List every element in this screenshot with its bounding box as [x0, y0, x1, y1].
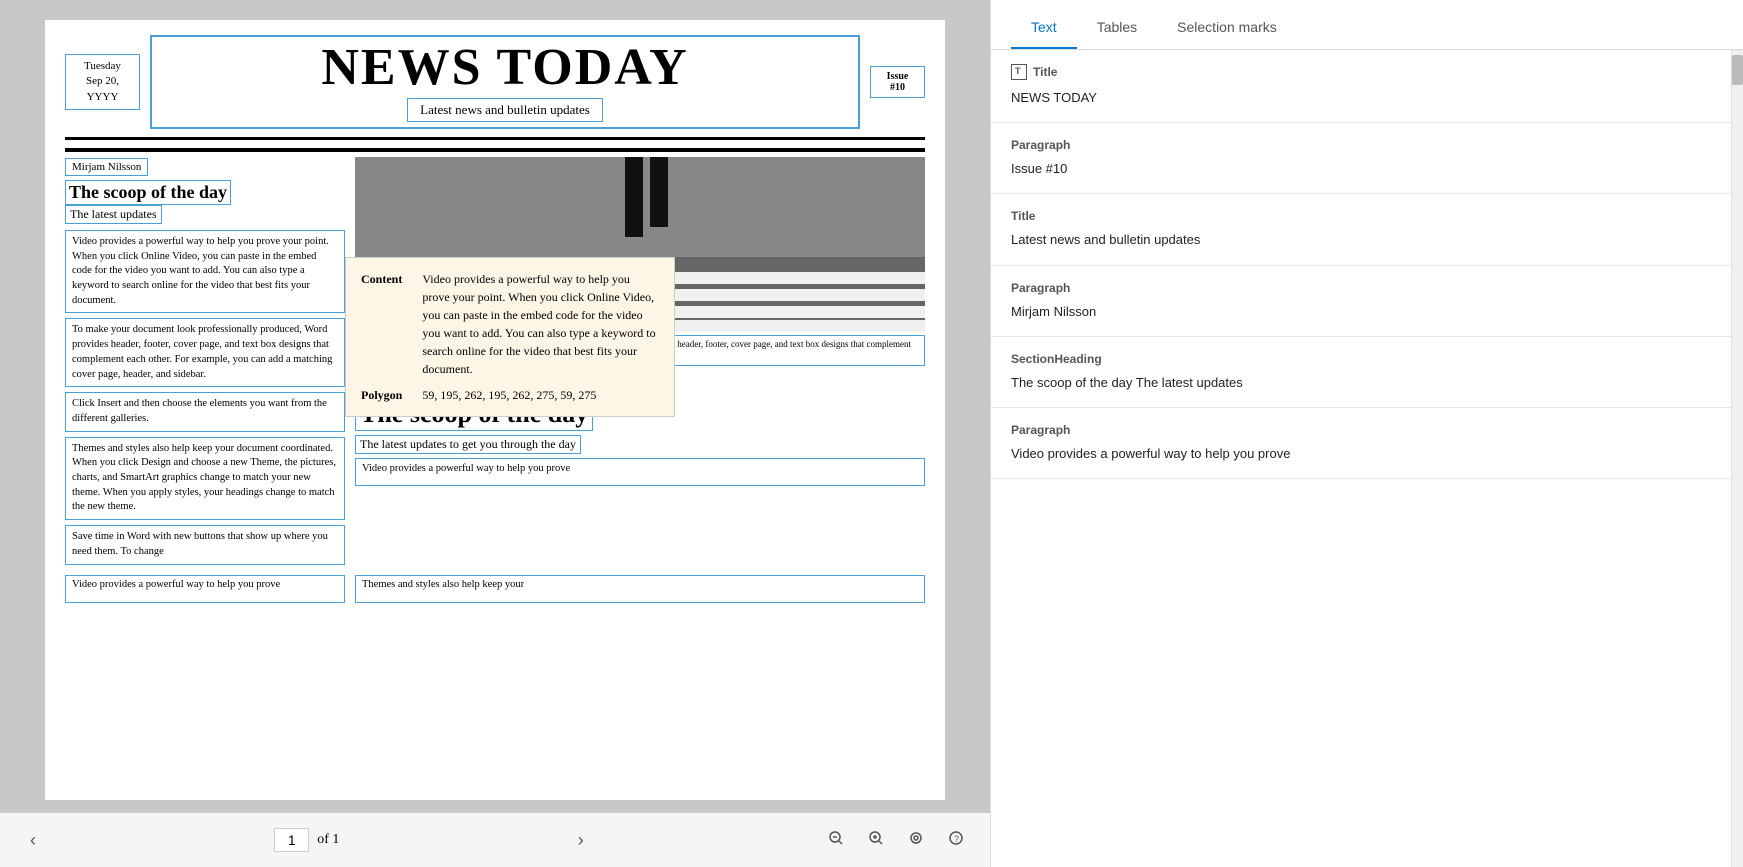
panel-label-title-1: Title: [1011, 65, 1711, 81]
popup-content-row: Content Video provides a powerful way to…: [361, 270, 659, 378]
bottom-partial-row: Video provides a powerful way to help yo…: [65, 575, 925, 603]
page-of-text: of 1: [317, 832, 339, 848]
date-box: Tuesday Sep 20, YYYY: [65, 54, 140, 110]
panel-value-paragraph-1: Issue #10: [1011, 160, 1711, 178]
popup-polygon-row: Polygon 59, 195, 262, 195, 262, 275, 59,…: [361, 386, 659, 404]
panel-value-paragraph-2: Mirjam Nilsson: [1011, 303, 1711, 321]
zoom-out-button[interactable]: [822, 826, 850, 855]
panel-label-paragraph-2: Paragraph: [1011, 281, 1711, 295]
masthead: NEWS TODAY Latest news and bulletin upda…: [150, 35, 860, 129]
bottom-right-partial: Themes and styles also help keep your: [355, 575, 925, 603]
panel-label-title-2: Title: [1011, 209, 1711, 223]
paragraph-1: Video provides a powerful way to help yo…: [65, 230, 345, 313]
masthead-title: NEWS TODAY: [157, 42, 853, 94]
second-partial-text: Video provides a powerful way to help yo…: [355, 458, 925, 486]
panel-content: Title NEWS TODAY Paragraph Issue #10 Tit…: [991, 50, 1731, 867]
paragraph-2: To make your document look professionall…: [65, 318, 345, 387]
first-author-box: Mirjam Nilsson: [65, 158, 148, 176]
news-body-wrapper: Mirjam Nilsson The scoop of the day The …: [65, 157, 925, 603]
first-section-title: The scoop of the day: [65, 180, 231, 205]
zoom-controls: ?: [822, 826, 970, 855]
left-column: Mirjam Nilsson The scoop of the day The …: [65, 157, 345, 570]
panel-value-title-1: NEWS TODAY: [1011, 89, 1711, 107]
second-section-subtitle: The latest updates to get you through th…: [355, 435, 581, 454]
page-number-input[interactable]: [274, 828, 309, 852]
svg-text:?: ?: [954, 834, 959, 844]
document-viewer: Tuesday Sep 20, YYYY NEWS TODAY Latest n…: [0, 0, 990, 867]
bottom-left-partial: Video provides a powerful way to help yo…: [65, 575, 345, 603]
popup-polygon-value: 59, 195, 262, 195, 262, 275, 59, 275: [422, 386, 596, 404]
issue-box: Issue #10: [870, 66, 925, 98]
tab-text[interactable]: Text: [1011, 5, 1077, 49]
panel-with-scroll: Title NEWS TODAY Paragraph Issue #10 Tit…: [991, 50, 1743, 867]
panel-tabs: Text Tables Selection marks: [991, 0, 1743, 50]
zoom-help-button[interactable]: ?: [942, 826, 970, 855]
tab-selection-marks[interactable]: Selection marks: [1157, 5, 1297, 49]
panel-section-title-2: Title Latest news and bulletin updates: [991, 194, 1731, 265]
popup-content-label: Content: [361, 270, 402, 373]
scrollbar-thumb[interactable]: [1732, 55, 1743, 85]
paragraph-5: Save time in Word with new buttons that …: [65, 525, 345, 565]
panel-section-paragraph-1: Paragraph Issue #10: [991, 123, 1731, 194]
panel-value-title-2: Latest news and bulletin updates: [1011, 231, 1711, 249]
paragraph-4: Themes and styles also help keep your do…: [65, 437, 345, 520]
panel-section-heading: SectionHeading The scoop of the day The …: [991, 337, 1731, 408]
next-page-button[interactable]: ›: [568, 825, 594, 856]
panel-label-heading: SectionHeading: [1011, 352, 1711, 366]
panel-section-paragraph-3: Paragraph Video provides a powerful way …: [991, 408, 1731, 479]
popup-polygon-label: Polygon: [361, 386, 402, 404]
scrollbar-track[interactable]: [1731, 50, 1743, 867]
title-icon: [1011, 64, 1027, 80]
panel-label-paragraph-3: Paragraph: [1011, 423, 1711, 437]
zoom-in-button[interactable]: [862, 826, 890, 855]
panel-section-title-1: Title NEWS TODAY: [991, 50, 1731, 123]
masthead-subtitle: Latest news and bulletin updates: [407, 98, 603, 122]
page-indicator: of 1: [274, 828, 339, 852]
first-section-subtitle: The latest updates: [65, 205, 162, 224]
panel-value-paragraph-3: Video provides a powerful way to help yo…: [1011, 445, 1711, 463]
thick-divider: [65, 148, 925, 152]
right-panel: Text Tables Selection marks Title NEWS T…: [990, 0, 1743, 867]
panel-value-heading: The scoop of the day The latest updates: [1011, 374, 1711, 392]
document-toolbar: ‹ of 1 › ?: [0, 812, 990, 867]
document-content: Tuesday Sep 20, YYYY NEWS TODAY Latest n…: [0, 0, 990, 812]
panel-section-paragraph-2: Paragraph Mirjam Nilsson: [991, 266, 1731, 337]
content-popup: Content Video provides a powerful way to…: [345, 257, 675, 417]
prev-page-button[interactable]: ‹: [20, 825, 46, 856]
newspaper-header: Tuesday Sep 20, YYYY NEWS TODAY Latest n…: [65, 35, 925, 140]
popup-content-text: Video provides a powerful way to help yo…: [422, 270, 659, 378]
tab-tables[interactable]: Tables: [1077, 5, 1157, 49]
zoom-fit-button[interactable]: [902, 826, 930, 855]
paragraph-3: Click Insert and then choose the element…: [65, 392, 345, 431]
newspaper-page: Tuesday Sep 20, YYYY NEWS TODAY Latest n…: [45, 20, 945, 800]
panel-label-paragraph-1: Paragraph: [1011, 138, 1711, 152]
